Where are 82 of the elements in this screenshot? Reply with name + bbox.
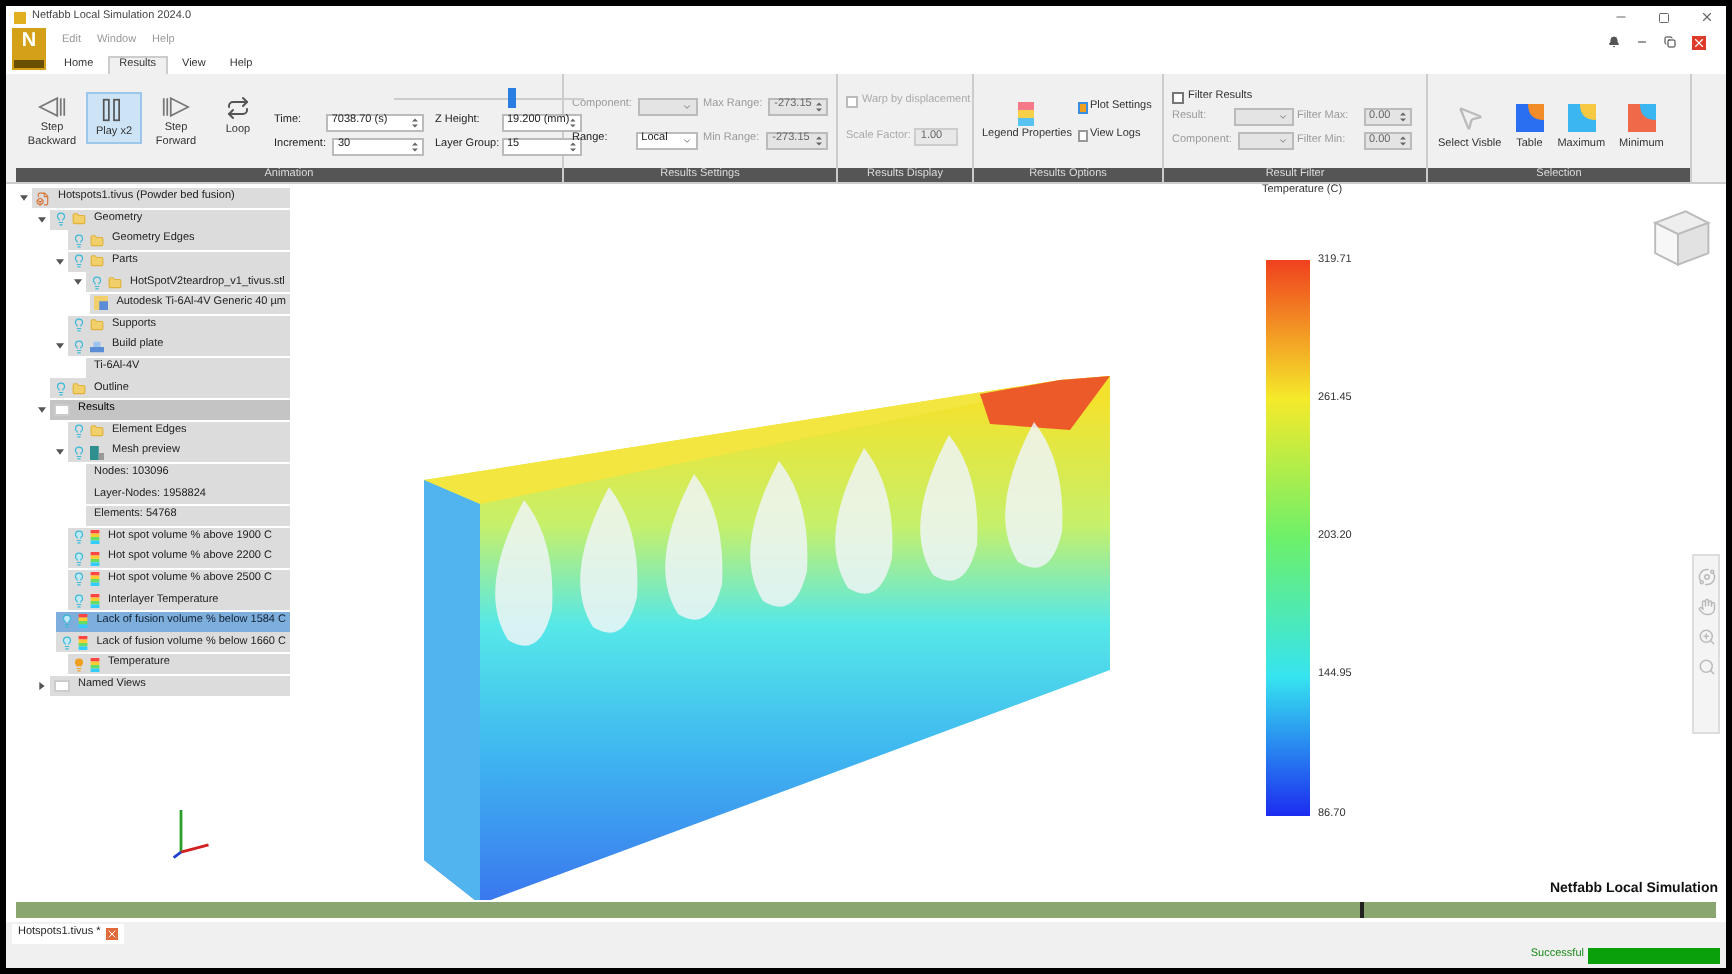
bulb-icon[interactable]	[72, 254, 86, 269]
folder-icon	[90, 424, 104, 439]
bulb-icon[interactable]	[72, 551, 86, 566]
collapsed-arrow-icon[interactable]	[38, 681, 46, 690]
pan-icon[interactable]	[1697, 598, 1715, 616]
gradient-icon	[90, 657, 100, 672]
notification-icon[interactable]	[1608, 36, 1620, 48]
document-icon	[1077, 129, 1088, 141]
spinner-icon	[816, 135, 822, 145]
bulb-icon[interactable]	[72, 530, 86, 544]
zoom-icon[interactable]	[1697, 628, 1715, 646]
folder-icon	[90, 233, 104, 248]
expanded-arrow-icon[interactable]	[38, 215, 46, 224]
expanded-arrow-icon[interactable]	[74, 278, 82, 287]
folder-icon	[72, 381, 86, 396]
expanded-arrow-icon[interactable]	[56, 257, 64, 266]
close-icon[interactable]	[1700, 10, 1714, 24]
bulb-icon[interactable]	[72, 593, 86, 608]
bulb-icon[interactable]	[72, 572, 86, 587]
step-forward-icon	[162, 96, 190, 119]
caret-icon	[681, 135, 691, 145]
maximize-icon[interactable]	[1658, 11, 1670, 23]
caret-icon	[1277, 112, 1287, 122]
slider-thumb[interactable]	[507, 87, 516, 107]
expanded-arrow-icon[interactable]	[56, 448, 64, 457]
color-map-icon	[1627, 103, 1656, 132]
gradient-icon	[90, 530, 100, 544]
bulb-icon[interactable]	[72, 318, 86, 333]
folder-icon	[90, 318, 104, 333]
folder-icon	[108, 275, 122, 290]
gradient-icon	[90, 593, 100, 608]
caret-icon	[681, 101, 691, 111]
gradient-icon	[78, 635, 89, 650]
checkbox[interactable]	[1172, 92, 1184, 104]
timeline-marker[interactable]	[1359, 902, 1363, 918]
legend-icon	[1018, 101, 1035, 126]
dropdown-field[interactable]	[1237, 132, 1293, 150]
spinner-icon	[569, 117, 575, 127]
orbit-icon[interactable]	[1697, 568, 1715, 586]
bulb-icon[interactable]	[90, 275, 104, 290]
bulb-icon[interactable]	[72, 424, 86, 439]
gradient-icon	[90, 551, 100, 566]
pause-icon	[102, 98, 126, 123]
bulb-icon[interactable]	[72, 339, 86, 354]
bulb-icon[interactable]	[72, 445, 86, 460]
gradient-icon	[78, 614, 89, 629]
search-icon[interactable]	[1697, 658, 1715, 676]
bulb-icon[interactable]	[72, 657, 86, 672]
mesh-icon	[90, 445, 104, 460]
folder-icon	[72, 212, 86, 227]
axis-triad-icon	[170, 804, 214, 860]
spinner-icon	[816, 101, 822, 111]
color-map-icon	[1515, 103, 1544, 132]
expanded-arrow-icon[interactable]	[20, 194, 28, 202]
loop-icon	[226, 96, 250, 121]
category-icon	[54, 679, 70, 692]
spinner-icon	[411, 141, 417, 151]
checkbox[interactable]	[846, 96, 858, 108]
cursor-icon	[1455, 103, 1484, 132]
color-map-icon	[1567, 103, 1596, 132]
bulb-icon[interactable]	[60, 635, 75, 650]
material-icon	[94, 296, 109, 311]
folder-icon	[90, 254, 104, 269]
expanded-arrow-icon[interactable]	[38, 405, 46, 414]
bulb-icon[interactable]	[60, 614, 75, 629]
restore-icon[interactable]	[1664, 36, 1676, 48]
expanded-arrow-icon[interactable]	[56, 342, 64, 351]
bulb-icon[interactable]	[54, 381, 68, 396]
bulb-icon[interactable]	[54, 212, 68, 227]
gradient-icon	[90, 572, 100, 587]
plate-icon	[90, 339, 104, 354]
caret-icon	[1277, 136, 1287, 146]
spinner-icon	[1399, 112, 1405, 122]
category-icon	[54, 403, 70, 416]
app-icon	[14, 11, 26, 23]
dropdown-field[interactable]	[1233, 108, 1293, 126]
bulb-icon[interactable]	[72, 233, 86, 248]
spinner-icon	[411, 117, 417, 127]
step-back-icon	[38, 96, 66, 119]
spinner-icon	[569, 141, 575, 151]
file-icon	[36, 191, 50, 205]
spinner-icon	[1399, 136, 1405, 146]
